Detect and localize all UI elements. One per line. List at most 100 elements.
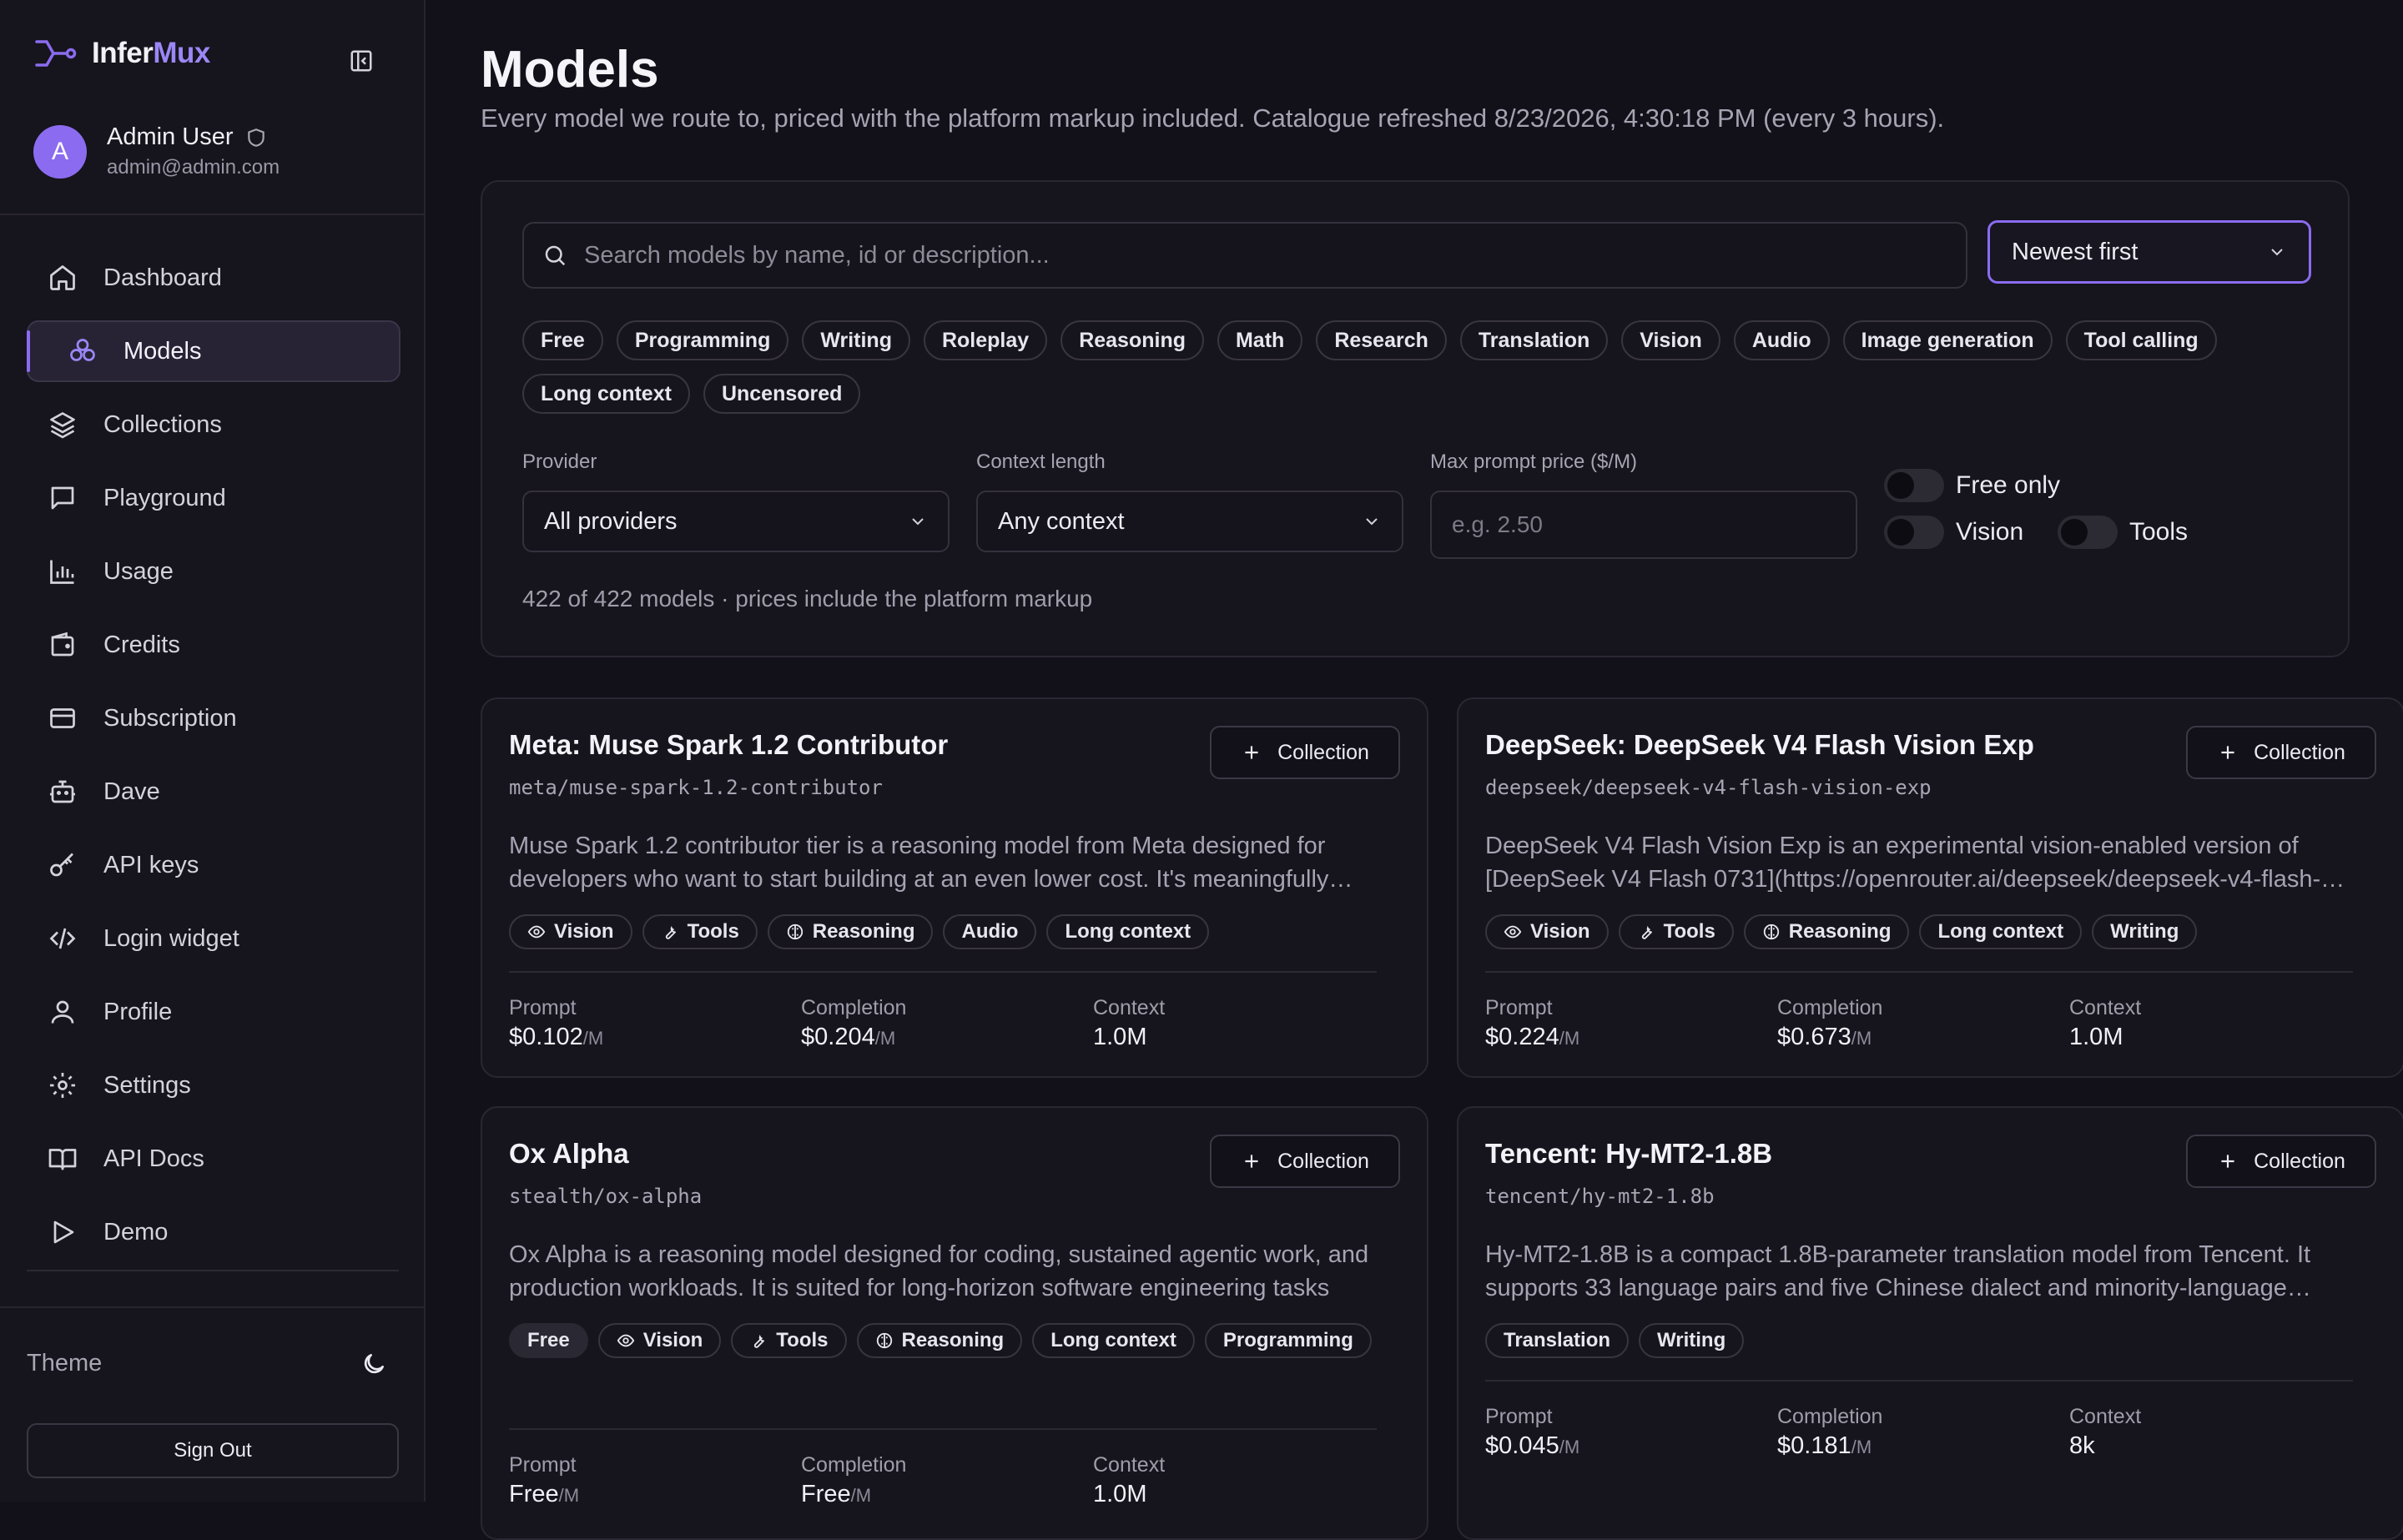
button-label: Collection [1277,740,1369,764]
brain-icon [786,923,804,941]
chevron-down-icon [1362,511,1382,531]
add-to-collection-button[interactable]: Collection [1210,1135,1400,1188]
max-price-label: Max prompt price ($/M) [1430,450,1638,473]
filter-chip[interactable]: Free [522,320,603,360]
tag-label: Free [527,1329,570,1351]
tools-toggle[interactable]: Tools [2058,516,2188,549]
model-tags: Vision Tools Reasoning Long context Writing [1485,914,2370,949]
prompt-price: Prompt $0.045/M [1485,1405,1580,1459]
model-card[interactable]: Meta: Muse Spark 1.2 Contributor meta/mus… [481,697,1428,1078]
sidebar-item-models[interactable]: Models [27,320,400,382]
switch[interactable] [2058,516,2118,549]
sidebar-footer: Theme Sign Out [0,1306,424,1502]
toggle-label: Free only [1956,471,2061,499]
filter-chip[interactable]: Uncensored [703,374,861,414]
moon-icon[interactable] [360,1351,387,1377]
add-to-collection-button[interactable]: Collection [2186,726,2376,779]
divider [0,214,424,215]
model-tag: Reasoning [1743,914,1910,949]
logo-icon [33,37,77,70]
chevron-down-icon [2267,242,2287,262]
sidebar-item-api-docs[interactable]: API Docs [27,1128,400,1190]
free-only-toggle[interactable]: Free only [1884,469,2060,502]
search-input[interactable]: Search models by name, id or description… [522,222,1967,289]
sidebar-item-login-widget[interactable]: Login widget [27,908,400,969]
model-tag: Long context [1032,1323,1195,1358]
filter-chip[interactable]: Writing [802,320,910,360]
model-card[interactable]: DeepSeek: DeepSeek V4 Flash Vision Exp de… [1457,697,2403,1078]
prompt-price: Prompt Free/M [509,1453,580,1507]
model-name[interactable]: DeepSeek: DeepSeek V4 Flash Vision Exp [1485,729,2034,761]
model-name[interactable]: Tencent: Hy-MT2-1.8B [1485,1138,1772,1170]
tag-label: Reasoning [901,1329,1005,1351]
model-description: DeepSeek V4 Flash Vision Exp is an exper… [1485,833,2321,893]
logo[interactable]: InferMux [33,37,210,70]
context-value: Any context [998,507,1125,535]
filter-chip[interactable]: Audio [1733,320,1830,360]
filter-chip[interactable]: Roleplay [923,320,1048,360]
model-tag: Long context [1919,914,2083,949]
completion-price: Completion $0.181/M [1777,1405,1883,1459]
tag-label: Vision [642,1329,703,1351]
filter-chip[interactable]: Tool calling [2065,320,2217,360]
sidebar-item-usage[interactable]: Usage [27,541,400,602]
context-select[interactable]: Any context [976,491,1403,552]
model-description: Hy-MT2-1.8B is a compact 1.8B-parameter … [1485,1241,2311,1301]
plus-icon [2217,742,2239,763]
sign-out-button[interactable]: Sign Out [27,1423,399,1478]
collapse-sidebar-icon[interactable] [347,47,375,75]
provider-select[interactable]: All providers [522,491,950,552]
search-placeholder: Search models by name, id or description… [584,241,1050,269]
sidebar-item-subscription[interactable]: Subscription [27,687,400,749]
sidebar-item-collections[interactable]: Collections [27,394,400,455]
filter-chip[interactable]: Programming [616,320,789,360]
add-to-collection-button[interactable]: Collection [2186,1135,2376,1188]
switch[interactable] [1884,516,1944,549]
filter-chip[interactable]: Image generation [1842,320,2053,360]
completion-price: Completion $0.204/M [801,996,907,1050]
user-card[interactable]: A Admin User admin@admin.com [33,123,280,179]
sidebar-item-label: Login widget [103,924,239,952]
layers-icon [47,409,78,440]
theme-label: Theme [27,1350,103,1376]
sidebar-item-label: Subscription [103,704,237,732]
model-name[interactable]: Meta: Muse Spark 1.2 Contributor [509,729,948,761]
filter-chip[interactable]: Math [1217,320,1303,360]
add-to-collection-button[interactable]: Collection [1210,726,1400,779]
filter-chip[interactable]: Vision [1621,320,1720,360]
bot-icon [47,776,78,808]
eye-icon [617,1331,635,1350]
sidebar-item-playground[interactable]: Playground [27,467,400,529]
nav-divider [27,1270,399,1271]
wrench-icon [661,923,679,941]
sort-select[interactable]: Newest first [1987,220,2311,284]
max-price-placeholder: e.g. 2.50 [1452,511,1543,537]
brain-icon [1762,923,1781,941]
sort-value: Newest first [2012,238,2139,265]
sidebar-item-credits[interactable]: Credits [27,614,400,676]
sidebar-item-profile[interactable]: Profile [27,981,400,1043]
wrench-icon [1637,923,1655,941]
filter-chip[interactable]: Translation [1459,320,1609,360]
tag-label: Writing [1657,1329,1726,1351]
sidebar-item-dave[interactable]: Dave [27,761,400,823]
sidebar-item-api-keys[interactable]: API keys [27,834,400,896]
switch[interactable] [1884,469,1944,502]
home-icon [47,262,78,294]
filter-chip[interactable]: Long context [522,374,690,414]
sidebar-item-demo[interactable]: Demo [27,1201,400,1263]
button-label: Collection [1277,1149,1369,1173]
avatar: A [33,124,87,179]
sidebar-item-dashboard[interactable]: Dashboard [27,247,400,309]
code-icon [47,923,78,954]
divider [509,1428,1377,1430]
sidebar-item-settings[interactable]: Settings [27,1054,400,1116]
context-length: Context 1.0M [1093,996,1166,1050]
filter-chip[interactable]: Reasoning [1060,320,1204,360]
filter-chip[interactable]: Research [1316,320,1447,360]
model-card[interactable]: Ox Alpha stealth/ox-alpha Collection Ox Alp… [481,1106,1428,1540]
vision-toggle[interactable]: Vision [1884,516,2023,549]
model-name[interactable]: Ox Alpha [509,1138,629,1170]
model-card[interactable]: Tencent: Hy-MT2-1.8B tencent/hy-mt2-1.8b C… [1457,1106,2403,1540]
max-price-input[interactable]: e.g. 2.50 [1430,491,1857,559]
